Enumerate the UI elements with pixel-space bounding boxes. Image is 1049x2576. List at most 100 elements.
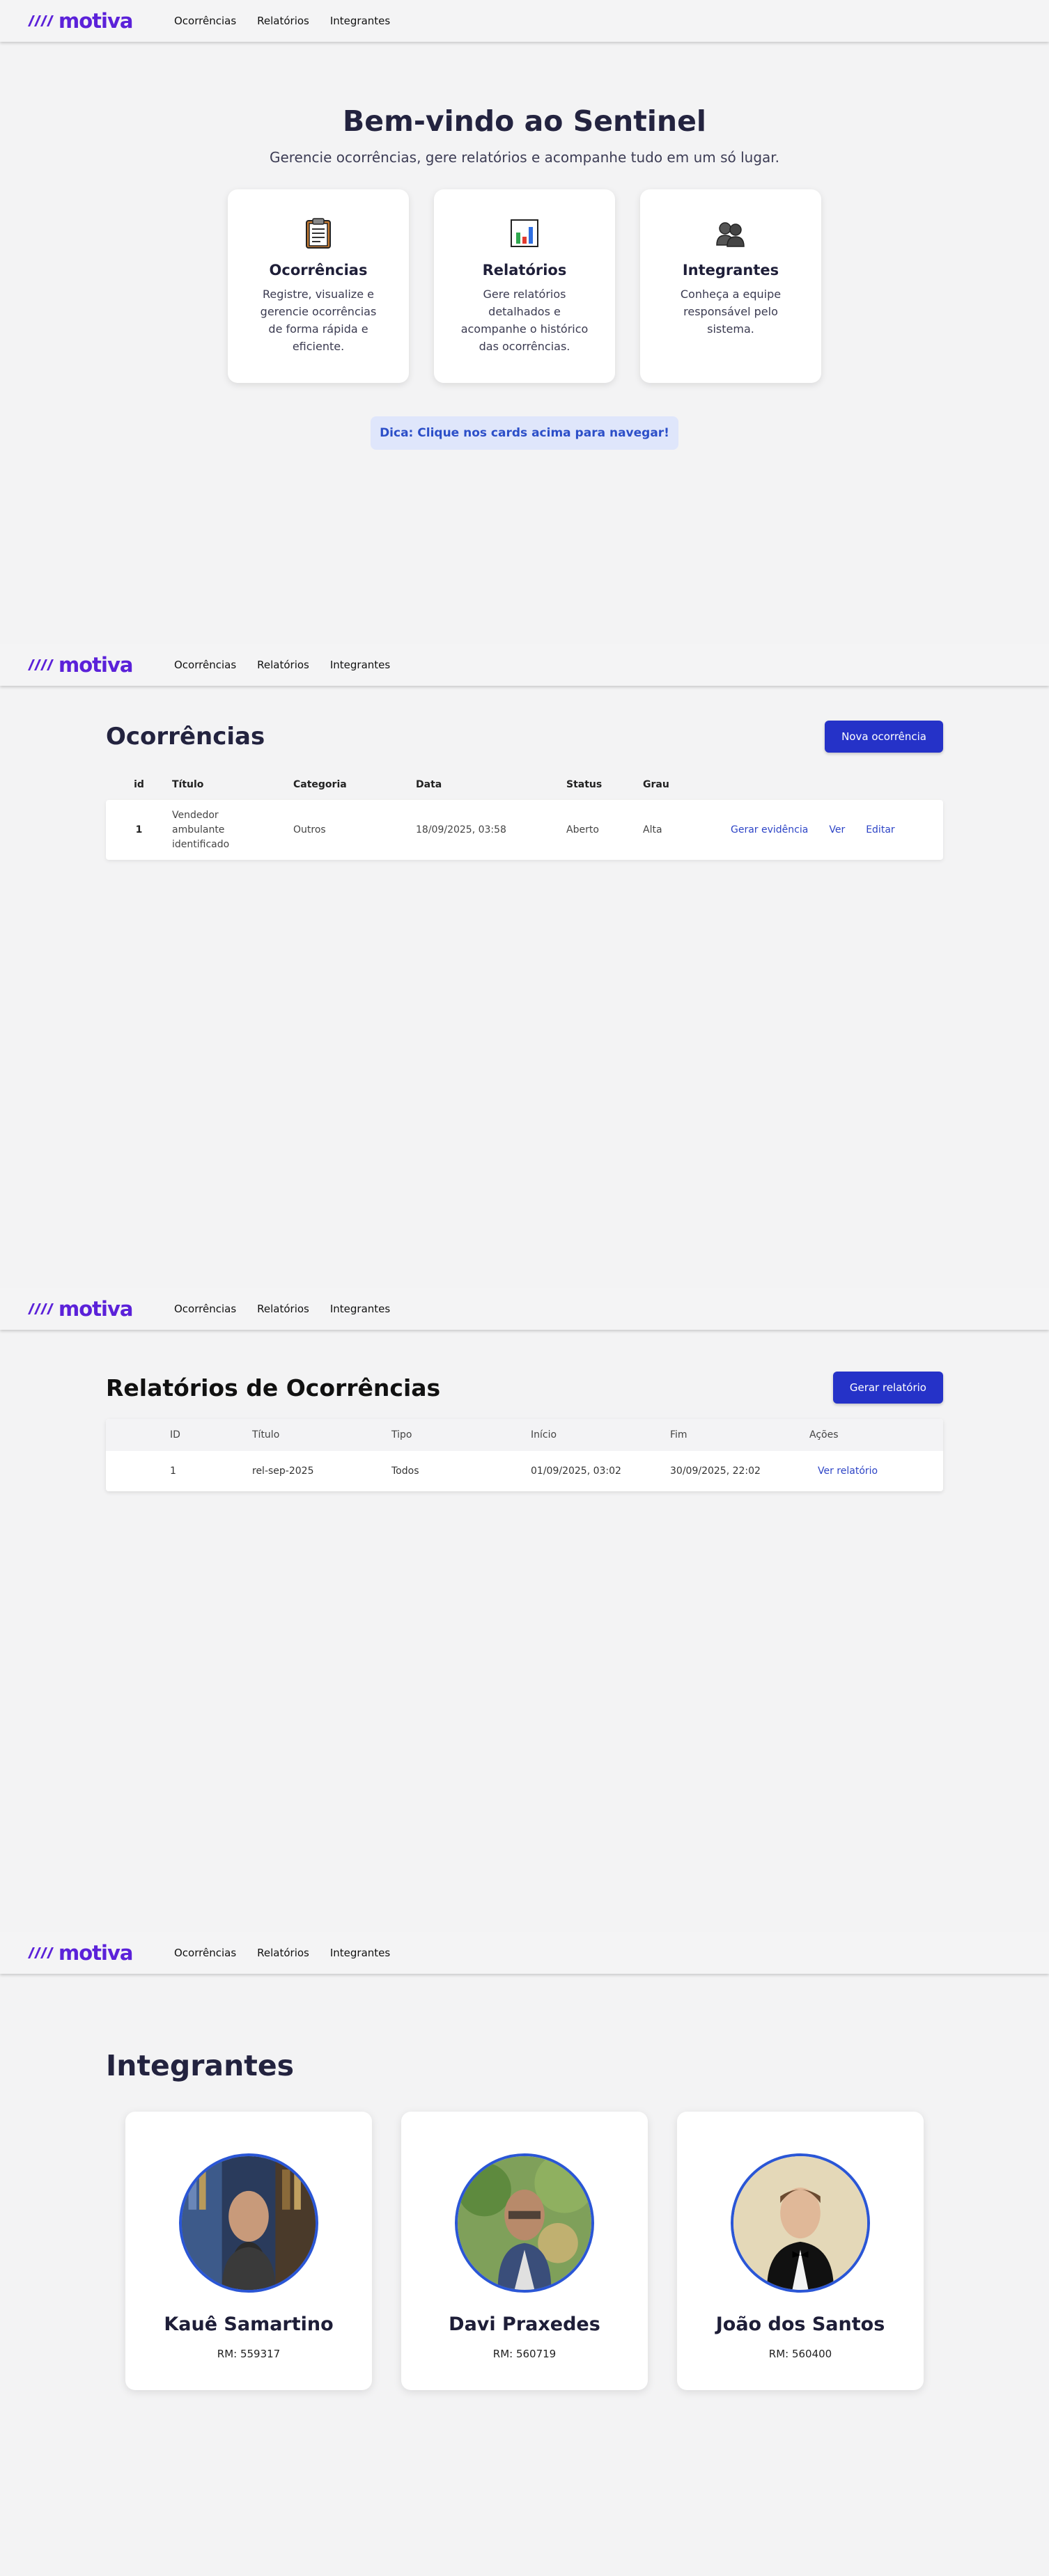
welcome-title: Bem-vindo ao Sentinel: [343, 104, 706, 138]
card-title: Integrantes: [682, 262, 779, 278]
page-title: Relatórios de Ocorrências: [106, 1374, 441, 1401]
avatar: [179, 2153, 318, 2293]
cell-start: 01/09/2025, 03:02: [531, 1466, 621, 1477]
brand-logo[interactable]: motiva: [26, 1297, 174, 1321]
edit-link[interactable]: Editar: [866, 824, 894, 835]
nav-link-ocorrencias[interactable]: Ocorrências: [174, 1303, 236, 1315]
cell-status: Aberto: [566, 824, 599, 835]
avatar: [455, 2153, 594, 2293]
member-card: Kauê Samartino RM: 559317: [125, 2112, 372, 2390]
member-rm: RM: 560719: [492, 2348, 557, 2360]
nav-link-integrantes[interactable]: Integrantes: [330, 15, 390, 27]
nav-link-ocorrencias[interactable]: Ocorrências: [174, 15, 236, 27]
brand-name: motiva: [59, 1941, 133, 1965]
reports-table: ID Título Tipo Início Fim Ações 1 rel-se…: [106, 1419, 943, 1491]
clipboard-icon: [306, 218, 331, 249]
view-report-link[interactable]: Ver relatório: [809, 1466, 878, 1477]
member-photo: [733, 2156, 867, 2290]
member-list: Kauê Samartino RM: 559317 Davi Praxedes …: [125, 2112, 1049, 2390]
column-header: Tipo: [391, 1429, 412, 1440]
motiva-logo-icon: [28, 659, 54, 670]
team-screen: motiva Ocorrências Relatórios Integrante…: [0, 1932, 1049, 2576]
occurrences-table: id Título Categoria Data Status Grau 1 V…: [106, 769, 943, 860]
brand-logo[interactable]: motiva: [26, 9, 174, 33]
avatar: [731, 2153, 870, 2293]
navbar: motiva Ocorrências Relatórios Integrante…: [0, 1288, 1049, 1330]
nav-link-relatorios[interactable]: Relatórios: [257, 659, 309, 671]
people-icon: [716, 222, 745, 247]
motiva-logo-icon: [28, 1947, 54, 1958]
new-occurrence-button[interactable]: Nova ocorrência: [825, 721, 943, 753]
cell-date: 18/09/2025, 03:58: [416, 824, 506, 835]
generate-evidence-link[interactable]: Gerar evidência: [731, 824, 808, 835]
cell-type: Todos: [391, 1466, 419, 1477]
nav-link-integrantes[interactable]: Integrantes: [330, 659, 390, 671]
table-row: 1 Vendedor ambulante identificado Outros…: [106, 800, 943, 860]
nav-link-relatorios[interactable]: Relatórios: [257, 1947, 309, 1959]
card-ocorrencias[interactable]: Ocorrências Registre, visualize e gerenc…: [228, 189, 409, 383]
navbar: motiva Ocorrências Relatórios Integrante…: [0, 644, 1049, 686]
row-actions: Gerar evidência Ver Editar: [720, 824, 943, 835]
brand-logo[interactable]: motiva: [26, 1941, 174, 1965]
column-header: id: [134, 779, 144, 790]
cell-end: 30/09/2025, 22:02: [670, 1466, 761, 1477]
nav-link-integrantes[interactable]: Integrantes: [330, 1303, 390, 1315]
column-header: Data: [416, 779, 442, 790]
view-link[interactable]: Ver: [829, 824, 845, 835]
column-header: Início: [531, 1429, 557, 1440]
cell-category: Outros: [293, 824, 326, 835]
tip-banner: Dica: Clique nos cards acima para navega…: [371, 416, 678, 450]
card-title: Ocorrências: [269, 262, 368, 278]
member-photo: [458, 2156, 591, 2290]
table-header: ID Título Tipo Início Fim Ações: [106, 1419, 943, 1451]
member-rm: RM: 559317: [217, 2348, 281, 2360]
page-title: Integrantes: [106, 2049, 295, 2082]
occurrences-header: Ocorrências Nova ocorrência: [106, 721, 943, 753]
member-name: Kauê Samartino: [164, 2314, 334, 2335]
column-header: Título: [252, 1429, 280, 1440]
column-header: Título: [172, 779, 204, 790]
reports-screen: motiva Ocorrências Relatórios Integrante…: [0, 1288, 1049, 1932]
brand-name: motiva: [59, 653, 133, 677]
bar-chart-icon: [511, 219, 538, 247]
brand-logo[interactable]: motiva: [26, 653, 174, 677]
nav-link-ocorrencias[interactable]: Ocorrências: [174, 659, 236, 671]
cell-id: 1: [135, 824, 143, 835]
occurrences-screen: motiva Ocorrências Relatórios Integrante…: [0, 644, 1049, 1288]
table-header: id Título Categoria Data Status Grau: [106, 769, 943, 800]
card-integrantes[interactable]: Integrantes Conheça a equipe responsável…: [640, 189, 821, 383]
nav-link-integrantes[interactable]: Integrantes: [330, 1947, 390, 1959]
member-rm: RM: 560400: [768, 2348, 832, 2360]
nav-link-relatorios[interactable]: Relatórios: [257, 1303, 309, 1315]
card-relatorios[interactable]: Relatórios Gere relatórios detalhados e …: [434, 189, 615, 383]
card-title: Relatórios: [482, 262, 567, 278]
motiva-logo-icon: [28, 15, 54, 26]
navbar: motiva Ocorrências Relatórios Integrante…: [0, 1932, 1049, 1974]
home-cards: Ocorrências Registre, visualize e gerenc…: [0, 189, 1049, 383]
member-name: João dos Santos: [715, 2314, 885, 2335]
column-header: Fim: [670, 1429, 687, 1440]
member-card: Davi Praxedes RM: 560719: [401, 2112, 648, 2390]
column-header: Status: [566, 779, 603, 790]
welcome-subtitle: Gerencie ocorrências, gere relatórios e …: [269, 149, 780, 166]
reports-header: Relatórios de Ocorrências Gerar relatóri…: [106, 1372, 943, 1404]
column-header: Ações: [809, 1429, 839, 1440]
member-photo: [182, 2156, 316, 2290]
page-title: Ocorrências: [106, 723, 265, 751]
brand-name: motiva: [59, 9, 133, 33]
card-description: Conheça a equipe responsável pelo sistem…: [680, 288, 782, 336]
table-row: 1 rel-sep-2025 Todos 01/09/2025, 03:02 3…: [106, 1451, 943, 1491]
column-header: Grau: [643, 779, 669, 790]
nav-link-relatorios[interactable]: Relatórios: [257, 15, 309, 27]
card-description: Registre, visualize e gerencie ocorrênci…: [260, 288, 377, 353]
member-name: Davi Praxedes: [449, 2314, 600, 2335]
card-description: Gere relatórios detalhados e acompanhe o…: [460, 288, 589, 353]
nav-link-ocorrencias[interactable]: Ocorrências: [174, 1947, 236, 1959]
brand-name: motiva: [59, 1297, 133, 1321]
generate-report-button[interactable]: Gerar relatório: [832, 1372, 943, 1404]
column-header: Categoria: [293, 779, 347, 790]
column-header: ID: [170, 1429, 180, 1440]
home-screen: motiva Ocorrências Relatórios Integrante…: [0, 0, 1049, 644]
member-card: João dos Santos RM: 560400: [677, 2112, 924, 2390]
cell-id: 1: [170, 1466, 176, 1477]
